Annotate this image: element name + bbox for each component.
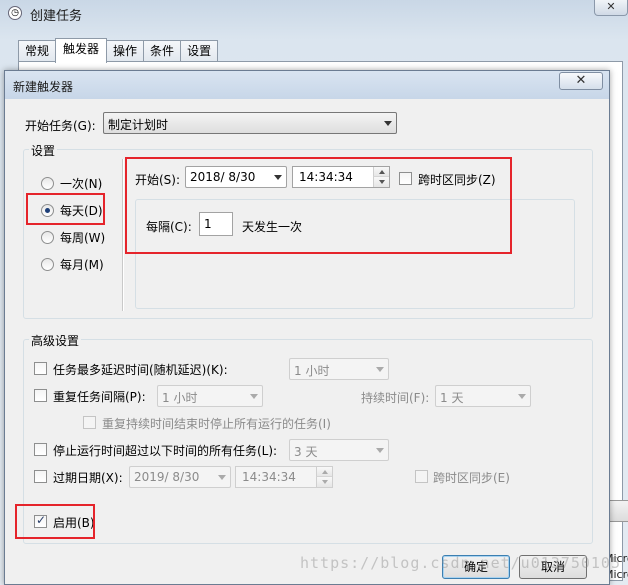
begin-task-select[interactable]: 制定计划时: [103, 112, 397, 134]
stop-if-value: 3 天: [294, 445, 318, 459]
parent-close-button[interactable]: ✕: [594, 0, 628, 16]
delay-value: 1 小时: [294, 364, 330, 378]
radio-selected-dot: [45, 208, 50, 213]
parent-titlebar: ◷ 创建任务 ✕: [0, 0, 628, 28]
interval-value: 1: [204, 217, 212, 231]
chevron-down-icon: [376, 448, 384, 453]
expire-checkbox[interactable]: [34, 470, 47, 483]
arrow-up-icon: [379, 170, 385, 174]
expire-sync-label: 跨时区同步(E): [433, 471, 510, 485]
chevron-down-icon: [250, 394, 258, 399]
stop-if-checkbox[interactable]: [34, 443, 47, 456]
sync-timezone-checkbox[interactable]: [399, 172, 412, 185]
radio-daily[interactable]: [41, 204, 54, 217]
radio-daily-label: 每天(D): [60, 204, 103, 218]
arrow-down-icon: [379, 180, 385, 184]
chevron-down-icon: [376, 367, 384, 372]
stop-all-label: 重复持续时间结束时停止所有运行的任务(I): [102, 417, 331, 431]
dialog-close-button[interactable]: ✕: [559, 72, 603, 90]
stop-if-label: 停止运行时间超过以下时间的所有任务(L):: [53, 444, 278, 458]
begin-task-value: 制定计划时: [108, 118, 169, 132]
clock-icon: ◷: [8, 6, 22, 20]
delay-select[interactable]: 1 小时: [289, 358, 389, 380]
advanced-settings-title: 高级设置: [29, 332, 82, 349]
settings-group-title: 设置: [29, 142, 58, 159]
tab-actions[interactable]: 操作: [106, 40, 145, 62]
expire-time-value: 14:34:34: [242, 470, 296, 484]
tab-triggers[interactable]: 触发器: [55, 38, 108, 63]
stop-all-checkbox[interactable]: [83, 416, 96, 429]
expire-date-value: 2019/ 8/30: [134, 470, 200, 484]
delay-checkbox[interactable]: [34, 362, 47, 375]
repeat-label: 重复任务间隔(P):: [53, 390, 146, 404]
tab-settings[interactable]: 设置: [180, 40, 219, 62]
dialog-title: 新建触发器: [13, 80, 74, 94]
tab-general[interactable]: 常规: [18, 40, 57, 62]
radio-weekly[interactable]: [41, 231, 54, 244]
radio-monthly-label: 每月(M): [60, 258, 104, 272]
radio-monthly[interactable]: [41, 258, 54, 271]
radio-weekly-label: 每周(W): [60, 231, 106, 245]
start-date-value: 2018/ 8/30: [190, 170, 256, 184]
radio-once[interactable]: [41, 177, 54, 190]
start-date-picker[interactable]: 2018/ 8/30: [185, 166, 287, 188]
interval-input[interactable]: 1: [199, 212, 233, 236]
repeat-select[interactable]: 1 小时: [157, 385, 263, 407]
chevron-down-icon: [518, 394, 526, 399]
spin-up-button[interactable]: [373, 167, 389, 177]
stop-if-select[interactable]: 3 天: [289, 439, 389, 461]
interval-label: 每隔(C):: [146, 220, 192, 234]
duration-value: 1 天: [440, 391, 464, 405]
tab-conditions[interactable]: 条件: [143, 40, 182, 62]
chevron-down-icon: [218, 475, 226, 480]
chevron-down-icon: [384, 121, 392, 126]
start-label: 开始(S):: [135, 173, 181, 187]
arrow-up-icon: [322, 470, 328, 474]
radio-once-label: 一次(N): [60, 177, 103, 191]
settings-separator: [122, 159, 123, 311]
sync-timezone-label: 跨时区同步(Z): [418, 173, 496, 187]
start-time-spinner[interactable]: 14:34:34: [292, 166, 390, 188]
expire-date-picker[interactable]: 2019/ 8/30: [129, 466, 231, 488]
repeat-checkbox[interactable]: [34, 389, 47, 402]
dialog-titlebar: 新建触发器 ✕: [5, 71, 609, 99]
spin-down-button[interactable]: [373, 177, 389, 187]
parent-tabs: 常规 触发器 操作 条件 设置: [18, 38, 219, 63]
enabled-checkbox[interactable]: ✓: [34, 513, 47, 528]
spin-down-button[interactable]: [316, 477, 332, 487]
arrow-down-icon: [322, 480, 328, 484]
begin-task-label: 开始任务(G):: [25, 119, 96, 133]
watermark: https://blog.csdn.net/u013750105: [300, 554, 621, 572]
checkmark-icon: ✓: [36, 513, 47, 527]
expire-sync-checkbox[interactable]: [415, 470, 428, 483]
enabled-label: 启用(B): [53, 516, 95, 530]
expire-time-spinner[interactable]: 14:34:34: [235, 466, 333, 488]
spin-up-button[interactable]: [316, 467, 332, 477]
expire-label: 过期日期(X):: [53, 471, 123, 485]
interval-suffix: 天发生一次: [242, 220, 303, 234]
duration-label: 持续时间(F):: [361, 391, 430, 405]
start-time-value: 14:34:34: [299, 170, 353, 184]
chevron-down-icon: [274, 175, 282, 180]
repeat-value: 1 小时: [162, 391, 198, 405]
parent-window-title: 创建任务: [30, 9, 83, 24]
duration-select[interactable]: 1 天: [435, 385, 531, 407]
new-trigger-dialog: 新建触发器 ✕ 开始任务(G): 制定计划时 设置 一次(N) 每天(D) 每周…: [4, 70, 610, 585]
delay-label: 任务最多延迟时间(随机延迟)(K):: [53, 363, 228, 377]
